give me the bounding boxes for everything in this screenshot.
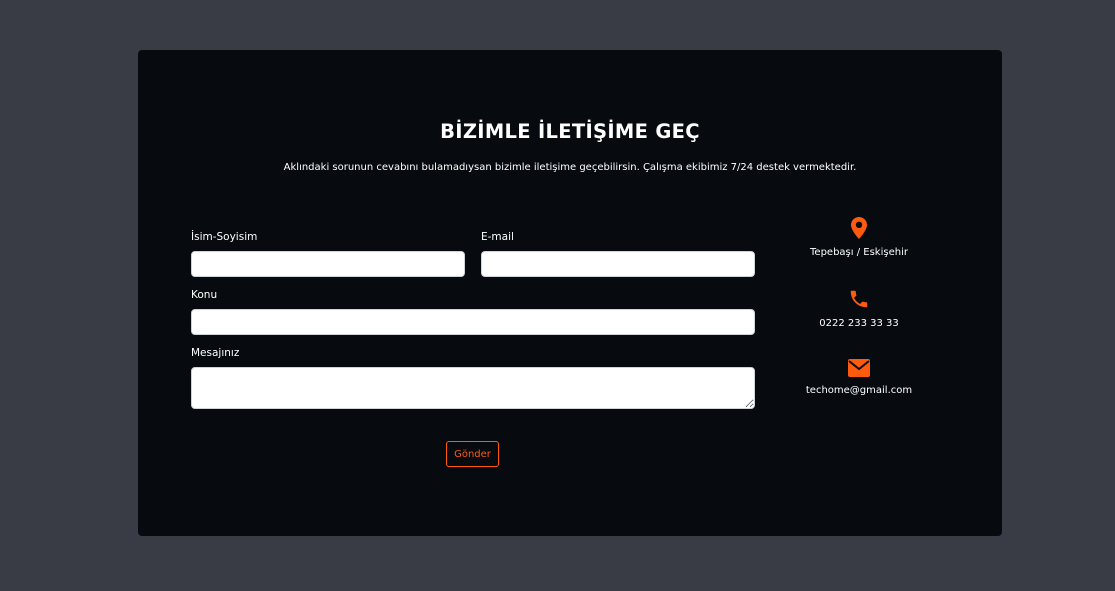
phone-info: 0222 233 33 33 bbox=[784, 288, 934, 329]
email-input[interactable] bbox=[481, 251, 755, 277]
subject-input[interactable] bbox=[191, 309, 755, 335]
message-label: Mesajınız bbox=[191, 347, 240, 359]
name-label: İsim-Soyisim bbox=[191, 231, 258, 243]
page-title: BİZİMLE İLETİŞİME GEÇ bbox=[440, 120, 700, 143]
email-text: techome@gmail.com bbox=[805, 385, 913, 396]
message-textarea[interactable] bbox=[191, 367, 755, 409]
send-button[interactable]: Gönder bbox=[446, 441, 499, 467]
envelope-icon bbox=[848, 359, 870, 377]
location-info: Tepebaşı / Eskişehir bbox=[784, 217, 934, 258]
phone-text: 0222 233 33 33 bbox=[819, 318, 899, 329]
page-subtitle: Aklındaki sorunun cevabını bulamadıysan … bbox=[283, 162, 857, 173]
email-info: techome@gmail.com bbox=[784, 359, 934, 396]
map-pin-icon bbox=[851, 217, 867, 239]
phone-icon bbox=[850, 290, 868, 308]
contact-card: BİZİMLE İLETİŞİME GEÇ Aklındaki sorunun … bbox=[138, 50, 1002, 536]
location-text: Tepebaşı / Eskişehir bbox=[810, 247, 908, 258]
email-label: E-mail bbox=[481, 231, 514, 243]
name-input[interactable] bbox=[191, 251, 465, 277]
subject-label: Konu bbox=[191, 289, 218, 301]
